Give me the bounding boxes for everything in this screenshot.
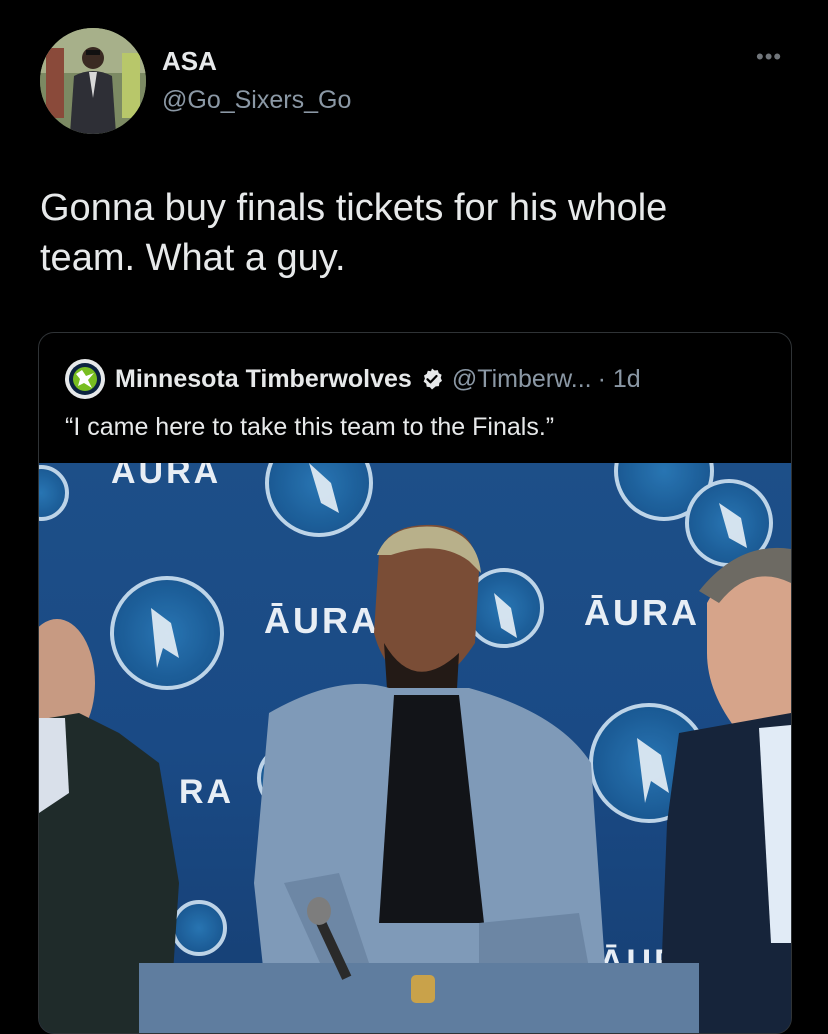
quoted-author-name[interactable]: Minnesota Timberwolves — [115, 365, 412, 394]
tweet-text-line-1: Gonna buy finals tickets for his whole — [40, 187, 668, 229]
svg-text:RA: RA — [179, 773, 234, 811]
author-display-name[interactable]: ASA — [162, 46, 217, 77]
quoted-author-handle[interactable]: @Timberw... — [452, 365, 592, 394]
quoted-tweet-text: “I came here to take this team to the Fi… — [65, 413, 555, 441]
tweet-text: Gonna buy finals tickets for his whole t… — [40, 183, 790, 283]
press-conference-photo: ĀURA ĀURA ĀURA RA ĀUR — [39, 463, 791, 1033]
svg-text:ĀURA: ĀURA — [264, 600, 380, 641]
timberwolves-logo-icon[interactable] — [65, 359, 105, 399]
verified-badge-icon — [423, 368, 442, 390]
tweet-text-line-2: team. What a guy. — [40, 237, 346, 279]
author-handle[interactable]: @Go_Sixers_Go — [162, 86, 351, 115]
more-horizontal-icon[interactable]: ••• — [756, 46, 782, 68]
svg-text:ĀURA: ĀURA — [584, 592, 700, 633]
author-avatar[interactable] — [40, 28, 146, 134]
quoted-timestamp[interactable]: · 1d — [598, 365, 641, 394]
quoted-tweet-card[interactable]: Minnesota Timberwolves @Timberw... · 1d … — [38, 332, 792, 1034]
quoted-tweet-photo[interactable]: ĀURA ĀURA ĀURA RA ĀUR — [39, 463, 791, 1033]
avatar-image — [40, 28, 146, 134]
svg-text:ĀURA: ĀURA — [111, 463, 221, 491]
quoted-tweet-header: Minnesota Timberwolves @Timberw... · 1d — [65, 359, 641, 399]
